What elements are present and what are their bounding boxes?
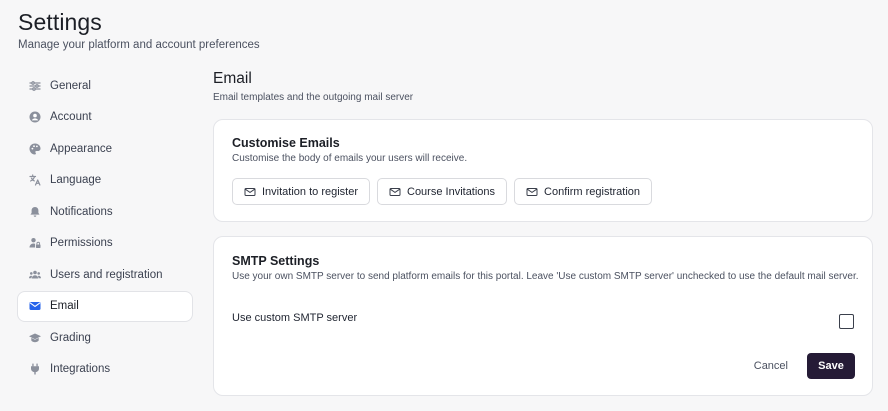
sidebar-item-account[interactable]: Account — [17, 102, 193, 134]
customise-emails-title: Customise Emails — [232, 136, 340, 150]
envelope-icon — [244, 186, 256, 198]
template-button-label: Confirm registration — [544, 185, 641, 198]
customise-emails-description: Customise the body of emails your users … — [232, 153, 468, 164]
smtp-settings-description: Use your own SMTP server to send platfor… — [232, 271, 859, 282]
customise-emails-card: Customise Emails Customise the body of e… — [213, 119, 873, 222]
envelope-icon — [526, 186, 538, 198]
template-button-label: Course Invitations — [407, 185, 496, 198]
sidebar-item-label: Notifications — [50, 205, 113, 218]
smtp-settings-card: SMTP Settings Use your own SMTP server t… — [213, 236, 873, 396]
template-button-label: Invitation to register — [262, 185, 358, 198]
confirm-registration-button[interactable]: Confirm registration — [514, 178, 653, 205]
sidebar-item-label: Grading — [50, 331, 91, 344]
envelope-icon — [389, 186, 401, 198]
page-subtitle: Manage your platform and account prefere… — [18, 39, 260, 51]
envelope-icon — [28, 300, 41, 313]
smtp-settings-title: SMTP Settings — [232, 254, 320, 268]
sidebar-item-label: Appearance — [50, 142, 113, 155]
settings-page: Settings Manage your platform and accoun… — [0, 0, 888, 411]
sidebar-item-general[interactable]: General — [17, 70, 193, 102]
custom-smtp-label: Use custom SMTP server — [232, 312, 358, 324]
section-title: Email — [213, 70, 252, 87]
sidebar-item-permissions[interactable]: Permissions — [17, 228, 193, 260]
sidebar-item-email[interactable]: Email — [17, 290, 193, 322]
user-lock-icon — [28, 237, 41, 250]
user-circle-icon — [28, 111, 41, 124]
sidebar-item-label: Integrations — [50, 363, 111, 376]
course-invitations-button[interactable]: Course Invitations — [377, 178, 508, 205]
settings-sidebar: General Account Appearance Language Noti… — [17, 70, 193, 385]
page-title: Settings — [18, 9, 102, 35]
sliders-icon — [28, 79, 41, 92]
users-icon — [28, 268, 41, 281]
sidebar-item-users-and-registration[interactable]: Users and registration — [17, 259, 193, 291]
section-subtitle: Email templates and the outgoing mail se… — [213, 92, 414, 103]
sidebar-item-label: Users and registration — [50, 268, 163, 281]
cancel-button[interactable]: Cancel — [754, 356, 788, 376]
custom-smtp-checkbox[interactable] — [839, 314, 854, 329]
bell-icon — [28, 205, 41, 218]
palette-icon — [28, 142, 41, 155]
email-template-list: Invitation to register Course Invitation… — [232, 178, 653, 205]
sidebar-item-grading[interactable]: Grading — [17, 322, 193, 354]
save-button[interactable]: Save — [807, 353, 855, 379]
sidebar-item-label: Account — [50, 111, 92, 124]
plug-icon — [28, 363, 41, 376]
sidebar-item-integrations[interactable]: Integrations — [17, 354, 193, 386]
translate-icon — [28, 174, 41, 187]
sidebar-item-label: Email — [50, 300, 79, 313]
invitation-to-register-button[interactable]: Invitation to register — [232, 178, 370, 205]
sidebar-item-appearance[interactable]: Appearance — [17, 133, 193, 165]
sidebar-item-label: Permissions — [50, 237, 113, 250]
sidebar-item-language[interactable]: Language — [17, 165, 193, 197]
sidebar-item-notifications[interactable]: Notifications — [17, 196, 193, 228]
graduation-cap-icon — [28, 331, 41, 344]
sidebar-item-label: General — [50, 79, 91, 92]
sidebar-item-label: Language — [50, 174, 102, 187]
